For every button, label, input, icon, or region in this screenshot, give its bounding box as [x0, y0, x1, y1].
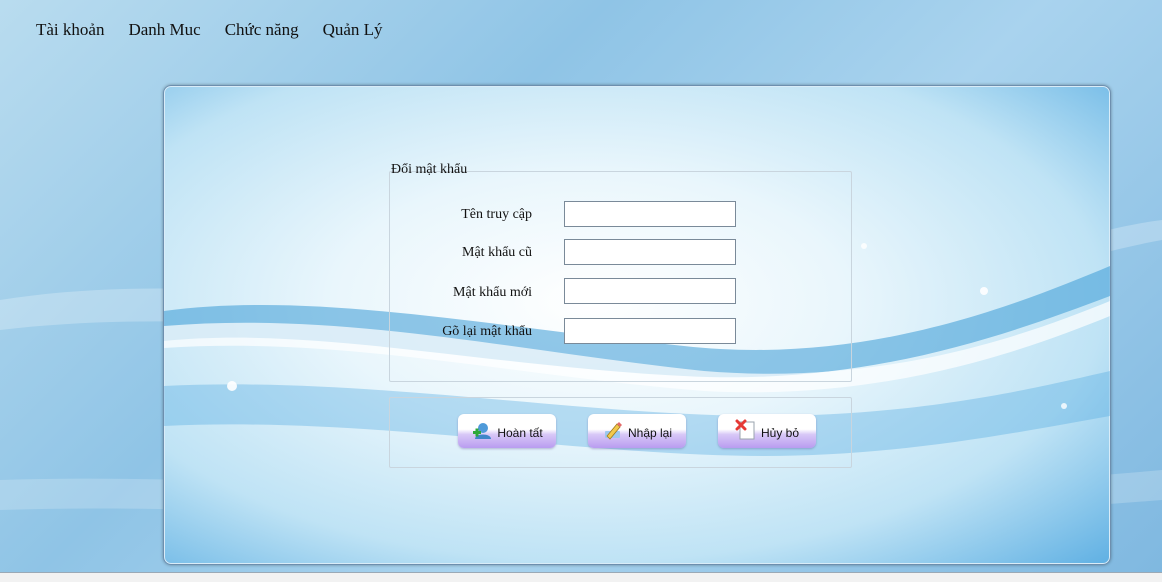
username-input[interactable]: [564, 201, 736, 227]
cancel-button-label: Hủy bỏ: [760, 426, 800, 440]
menu-chuc-nang[interactable]: Chức năng: [225, 20, 299, 40]
confirm-password-input[interactable]: [564, 318, 736, 344]
old-password-input[interactable]: [564, 239, 736, 265]
menu-quan-ly[interactable]: Quản Lý: [323, 20, 383, 40]
reset-button-label: Nhập lại: [627, 426, 673, 440]
reset-button[interactable]: Nhập lại: [588, 414, 686, 448]
cancel-icon: [735, 419, 757, 441]
menu-tai-khoan[interactable]: Tài khoản: [36, 20, 104, 40]
new-password-label: Mật khẩu mới: [453, 285, 532, 300]
change-password-panel: Đổi mật khẩu Tên truy cập Mật khẩu cũ Mậ…: [163, 85, 1111, 565]
new-password-input[interactable]: [564, 278, 736, 304]
confirm-password-label: Gõ lại mật khẩu: [442, 324, 532, 339]
groupbox-title: Đổi mật khẩu: [391, 162, 468, 177]
finish-button-label: Hoàn tất: [497, 426, 543, 440]
menu-bar: Tài khoản Danh Muc Chức năng Quản Lý: [0, 0, 1162, 40]
pencil-icon: [602, 419, 624, 441]
username-label: Tên truy cập: [461, 207, 532, 222]
finish-button[interactable]: Hoàn tất: [458, 414, 556, 448]
menu-danh-muc[interactable]: Danh Muc: [128, 20, 200, 40]
add-user-icon: [471, 419, 493, 441]
old-password-label: Mật khẩu cũ: [462, 245, 532, 260]
cancel-button[interactable]: Hủy bỏ: [718, 414, 816, 448]
